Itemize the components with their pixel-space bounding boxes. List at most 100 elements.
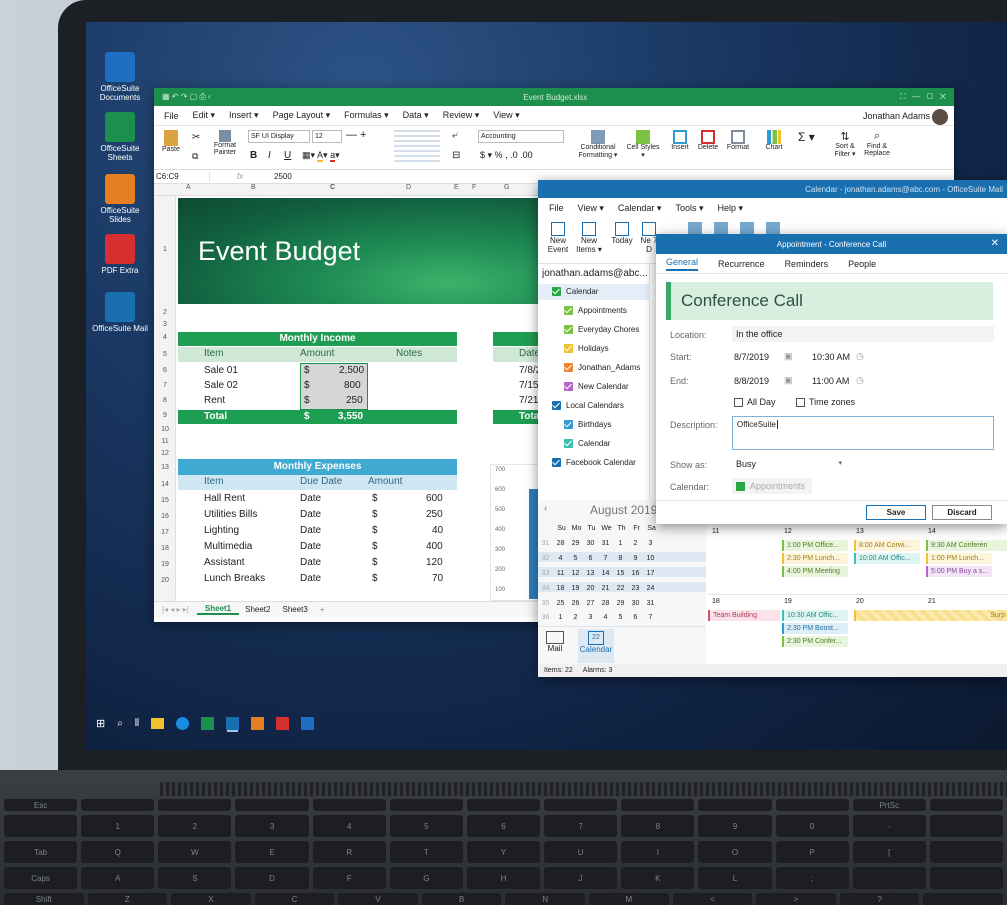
key[interactable]: B [421, 893, 502, 905]
tab-people[interactable]: People [848, 259, 876, 269]
calendar-picker-icon[interactable]: ▣ [784, 375, 793, 386]
key[interactable]: J [544, 867, 618, 889]
key[interactable]: U [544, 841, 618, 863]
search-icon[interactable]: ⌕ [117, 718, 123, 729]
key[interactable] [312, 799, 386, 811]
key[interactable] [698, 799, 772, 811]
key[interactable]: I [621, 841, 695, 863]
key[interactable]: 8 [621, 815, 695, 837]
calendar-event[interactable]: 2:30 PM Lunch... [782, 553, 848, 564]
calendar-item[interactable]: New Calendar [564, 382, 629, 391]
col-d[interactable]: D [406, 184, 411, 191]
location-input[interactable]: In the office [732, 326, 994, 342]
menu-data[interactable]: Data ▾ [396, 110, 436, 121]
key[interactable] [81, 799, 155, 811]
font-size-select[interactable]: 12 [312, 130, 342, 143]
number-format-select[interactable]: Accounting [478, 130, 564, 143]
clock-icon[interactable]: ◷ [856, 375, 864, 386]
key[interactable]: C [254, 893, 335, 905]
key[interactable]: Tab [4, 841, 78, 863]
calendar-event[interactable]: 5:00 PM Buy a s... [926, 566, 992, 577]
calendar-root[interactable]: Calendar [552, 287, 598, 296]
key[interactable] [923, 893, 1003, 905]
discard-button[interactable]: Discard [932, 505, 992, 520]
subject-field[interactable]: Conference Call [666, 282, 993, 320]
key[interactable]: 9 [698, 815, 772, 837]
calendar-item[interactable]: Appointments [564, 306, 627, 315]
key[interactable]: 4 [312, 815, 386, 837]
delete-button[interactable]: Delete [696, 130, 720, 151]
menu-view[interactable]: View ▾ [571, 203, 611, 214]
new-items-button[interactable]: New Items ▾ [576, 222, 602, 254]
col-c[interactable]: C [330, 184, 335, 191]
key[interactable]: 3 [235, 815, 309, 837]
key[interactable] [929, 799, 1004, 811]
tab-sheet3[interactable]: Sheet3 [276, 605, 313, 614]
key[interactable]: 1 [81, 815, 155, 837]
copy-icon[interactable]: ⧉ [192, 151, 198, 162]
nav-calendar[interactable]: 22 Calendar [578, 629, 614, 663]
calendar-event[interactable]: Team Building [708, 610, 780, 621]
close-icon[interactable]: ✕ [991, 238, 999, 249]
calendar-event[interactable]: Surp [854, 610, 1007, 621]
menu-review[interactable]: Review ▾ [436, 110, 487, 121]
calendar-item[interactable]: Birthdays [564, 420, 611, 429]
key[interactable]: F [312, 867, 386, 889]
key[interactable]: W [158, 841, 232, 863]
sheets-icon[interactable] [201, 716, 215, 730]
col-e[interactable]: E [454, 184, 459, 191]
menu-calendar[interactable]: Calendar ▾ [611, 203, 669, 214]
key[interactable]: A [81, 867, 155, 889]
save-button[interactable]: Save [866, 505, 926, 520]
currency-button[interactable]: $ ▾ [480, 150, 492, 160]
calendar-event[interactable]: 2:30 PM Confer... [782, 636, 848, 647]
conditional-formatting-button[interactable]: Conditional Formatting ▾ [574, 130, 622, 159]
key[interactable] [158, 799, 232, 811]
calendar-event[interactable]: 2:30 PM Boost... [782, 623, 848, 634]
key[interactable]: V [338, 893, 418, 905]
key[interactable]: D [235, 867, 309, 889]
calendar-item[interactable]: Everyday Chores [564, 325, 639, 334]
format-painter-button[interactable]: Format Painter [212, 130, 238, 156]
key[interactable]: 5 [389, 815, 463, 837]
desktop-icon-slides[interactable]: OfficeSuite Slides [90, 174, 150, 224]
key[interactable]: Z [87, 893, 168, 905]
name-box[interactable]: C6:C9 [154, 172, 210, 181]
account-name[interactable]: jonathan.adams@abc... [542, 268, 650, 279]
calendar-item[interactable]: Calendar [564, 439, 610, 448]
insert-button[interactable]: Insert [668, 130, 692, 151]
format-button[interactable]: Format [724, 130, 752, 151]
key[interactable]: M [589, 893, 669, 905]
time-zones-checkbox[interactable]: Time zones [796, 397, 855, 407]
show-as-select[interactable]: Busy ▾ [732, 456, 846, 472]
calendar-event[interactable]: 1:00 PM Lunch... [926, 553, 992, 564]
tab-recurrence[interactable]: Recurrence [718, 259, 765, 269]
key[interactable]: N [505, 893, 586, 905]
start-icon[interactable]: ⊞ [96, 717, 105, 730]
key[interactable]: PrtSc [852, 799, 926, 811]
key[interactable] [389, 799, 463, 811]
key[interactable]: < [672, 893, 753, 905]
key[interactable]: 6 [466, 815, 541, 837]
menu-help[interactable]: Help ▾ [710, 203, 750, 214]
start-date-input[interactable]: 8/7/2019 [734, 352, 769, 362]
key[interactable]: ? [839, 893, 920, 905]
key[interactable]: [ [852, 841, 926, 863]
key[interactable]: O [698, 841, 772, 863]
desktop-icon-mail[interactable]: OfficeSuite Mail [90, 292, 150, 333]
calendar-event[interactable]: 9:30 AM Conferen [926, 540, 1007, 551]
calendar-item[interactable]: Holidays [564, 344, 609, 353]
border-color-buttons[interactable]: ▦▾ A▾ a▾ [302, 150, 340, 162]
font-select[interactable]: SF UI Display [248, 130, 310, 143]
key[interactable]: 2 [158, 815, 232, 837]
italic-button[interactable]: I [268, 150, 271, 161]
menu-tools[interactable]: Tools ▾ [668, 203, 710, 214]
tab-sheet2[interactable]: Sheet2 [239, 605, 276, 614]
all-day-checkbox[interactable]: All Day [734, 397, 776, 407]
merge-icon[interactable]: ⊟ [452, 150, 460, 161]
cut-icon[interactable]: ✂ [192, 132, 200, 143]
tab-nav-arrows[interactable]: |◂ ◂ ▸ ▸| [154, 605, 197, 614]
today-button[interactable]: Today [610, 222, 634, 245]
mail-icon[interactable] [226, 716, 240, 730]
user-name[interactable]: Jonathan Adams [863, 111, 930, 121]
